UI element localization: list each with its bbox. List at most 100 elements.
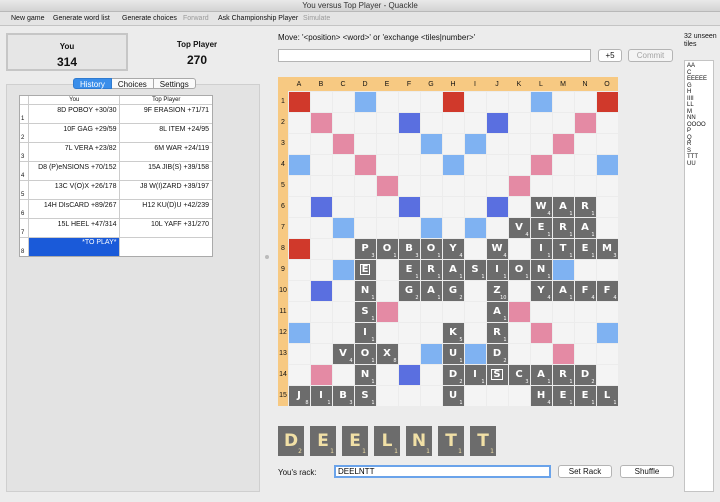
history-move-you[interactable]: 15L HEEL +47/314 (29, 219, 121, 237)
board-tile[interactable]: Y4 (530, 280, 552, 301)
board-square[interactable] (398, 343, 420, 364)
board-tile[interactable]: I1 (486, 259, 508, 280)
set-rack-button[interactable]: Set Rack (558, 465, 612, 478)
board-tile[interactable]: G2 (398, 280, 420, 301)
double-word-square[interactable] (310, 364, 332, 385)
board-square[interactable] (332, 196, 354, 217)
board-tile[interactable]: Y4 (442, 238, 464, 259)
triple-word-square[interactable] (442, 91, 464, 112)
board-square[interactable] (420, 364, 442, 385)
board-tile[interactable]: A1 (552, 280, 574, 301)
board-square[interactable] (420, 154, 442, 175)
board-square[interactable] (596, 364, 618, 385)
board-square[interactable] (332, 91, 354, 112)
history-move-you[interactable]: 8D POBOY +30/30 (29, 105, 121, 123)
plus5-button[interactable]: +5 (598, 49, 622, 62)
history-move-opponent[interactable]: H12 KU(D)U +42/239 (120, 200, 212, 218)
board-square[interactable] (288, 175, 310, 196)
double-letter-square[interactable] (288, 154, 310, 175)
board-square[interactable] (332, 364, 354, 385)
history-row[interactable]: 6 14H DIsCARD +89/267 H12 KU(D)U +42/239 (20, 200, 212, 219)
board-tile[interactable]: P3 (354, 238, 376, 259)
triple-letter-square[interactable] (310, 280, 332, 301)
tab-settings[interactable]: Settings (153, 78, 196, 89)
board-square[interactable] (464, 196, 486, 217)
board-square[interactable] (442, 133, 464, 154)
rack-tile[interactable]: N1 (406, 426, 432, 456)
new-game-button[interactable]: New game (11, 14, 44, 24)
board-square[interactable] (486, 133, 508, 154)
board-tile[interactable]: O1 (376, 238, 398, 259)
board-square[interactable] (574, 91, 596, 112)
double-word-square[interactable] (574, 112, 596, 133)
board-square[interactable] (310, 322, 332, 343)
board-square[interactable] (354, 112, 376, 133)
board-square[interactable] (376, 133, 398, 154)
board-tile[interactable]: R1 (552, 364, 574, 385)
board-square[interactable] (310, 238, 332, 259)
shuffle-button[interactable]: Shuffle (620, 465, 674, 478)
board-tile[interactable]: A1 (486, 301, 508, 322)
board-square[interactable] (530, 301, 552, 322)
board-square[interactable] (398, 385, 420, 406)
history-move-opponent[interactable] (120, 238, 212, 256)
triple-letter-square[interactable] (398, 364, 420, 385)
board-square[interactable] (420, 301, 442, 322)
board-square[interactable] (332, 154, 354, 175)
board-tile[interactable]: R1 (486, 322, 508, 343)
board-square[interactable] (398, 91, 420, 112)
triple-letter-square[interactable] (486, 112, 508, 133)
triple-word-square[interactable] (596, 91, 618, 112)
board-tile[interactable]: I1 (354, 322, 376, 343)
board-tile[interactable]: E1 (398, 259, 420, 280)
board-tile[interactable]: V4 (332, 343, 354, 364)
board-square[interactable] (574, 133, 596, 154)
history-to-play-cell[interactable]: *TO PLAY* (28, 238, 121, 256)
board-square[interactable] (552, 301, 574, 322)
board-tile[interactable]: R1 (420, 259, 442, 280)
board-tile[interactable]: X8 (376, 343, 398, 364)
board-square[interactable] (486, 91, 508, 112)
double-letter-square[interactable] (354, 91, 376, 112)
board-square[interactable] (310, 217, 332, 238)
double-word-square[interactable] (310, 112, 332, 133)
board-tile[interactable]: N1 (530, 259, 552, 280)
board-tile[interactable]: D2 (442, 364, 464, 385)
board-square[interactable] (574, 175, 596, 196)
board-square[interactable] (464, 91, 486, 112)
double-word-square[interactable] (552, 133, 574, 154)
board-square[interactable] (310, 133, 332, 154)
board-tile[interactable]: W4 (486, 238, 508, 259)
double-letter-square[interactable] (530, 91, 552, 112)
board-square[interactable] (486, 175, 508, 196)
ask-championship-player-button[interactable]: Ask Championship Player (218, 14, 298, 24)
board-square[interactable] (398, 301, 420, 322)
board-tile[interactable]: D2 (486, 343, 508, 364)
board-tile[interactable]: S1 (464, 259, 486, 280)
board-tile[interactable]: B3 (332, 385, 354, 406)
board-square[interactable] (376, 259, 398, 280)
board-square[interactable] (530, 175, 552, 196)
rack-input[interactable] (334, 465, 551, 478)
board-square[interactable] (420, 91, 442, 112)
board-tile[interactable]: O1 (508, 259, 530, 280)
board-tile[interactable]: Z 10 (486, 280, 508, 301)
rack-tile[interactable]: T1 (470, 426, 496, 456)
board-square[interactable] (552, 91, 574, 112)
history-row[interactable]: 8 *TO PLAY* (20, 238, 212, 256)
board-tile[interactable]: H4 (530, 385, 552, 406)
history-row[interactable]: 5 13C V(O)X +26/178 J8 W(I)ZARD +39/197 (20, 181, 212, 200)
board-square[interactable] (288, 133, 310, 154)
generate-word-list-button[interactable]: Generate word list (53, 14, 110, 24)
simulate-button[interactable]: Simulate (303, 14, 330, 24)
board-square[interactable] (486, 385, 508, 406)
move-input[interactable] (278, 49, 591, 62)
board-tile[interactable]: L1 (596, 385, 618, 406)
board-square[interactable] (508, 238, 530, 259)
board-tile[interactable]: U1 (442, 343, 464, 364)
board-square[interactable] (552, 175, 574, 196)
double-letter-square[interactable] (420, 217, 442, 238)
board-square[interactable] (398, 175, 420, 196)
rack-tile[interactable]: E1 (310, 426, 336, 456)
history-move-opponent[interactable]: 8L ITEM +24/95 (120, 124, 212, 142)
